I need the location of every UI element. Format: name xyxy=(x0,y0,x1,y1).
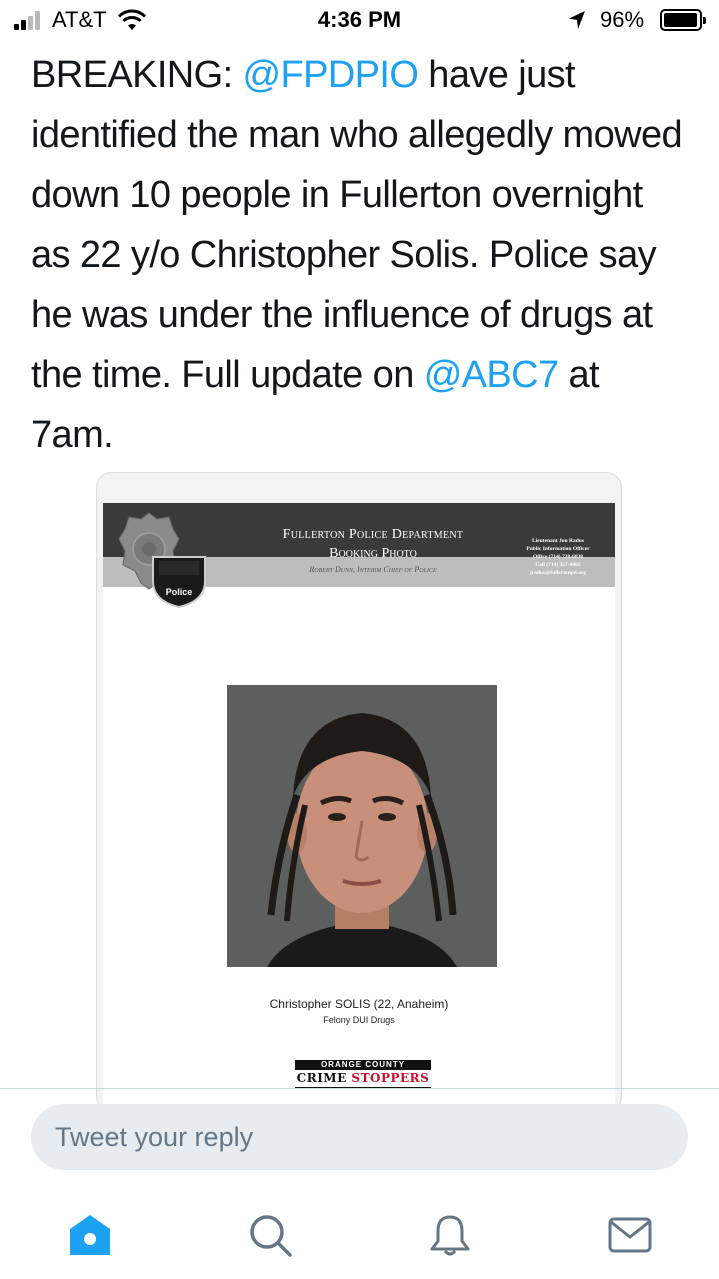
messages-icon xyxy=(608,1217,652,1253)
police-patch-icon: Police xyxy=(152,556,206,609)
tweet-text-segment: have just identified the man who alleged… xyxy=(31,54,683,396)
crime-stoppers-wordmark: CRIME STOPPERS xyxy=(296,1071,430,1085)
reply-input[interactable] xyxy=(55,1104,655,1170)
contact-line: jradus@fullertonpd.org xyxy=(529,570,587,576)
patch-text: Police xyxy=(166,587,193,597)
tab-messages[interactable] xyxy=(606,1211,654,1259)
status-bar: AT&T 4:36 PM 96% xyxy=(0,0,719,40)
home-icon xyxy=(70,1215,110,1255)
composer-divider xyxy=(0,1088,719,1089)
tab-bar xyxy=(0,1185,719,1279)
booking-document: Police Fullerton Police Department Booki… xyxy=(103,503,615,1111)
tab-search[interactable] xyxy=(246,1211,294,1259)
tweet-text-segment: BREAKING: xyxy=(31,54,243,96)
document-header: Police Fullerton Police Department Booki… xyxy=(103,503,615,609)
tweet-text: BREAKING: @FPDPIO have just identified t… xyxy=(31,45,691,465)
tab-home[interactable] xyxy=(66,1211,114,1259)
department-subtitle: Booking Photo xyxy=(329,546,417,561)
tweet-media-image[interactable]: Police Fullerton Police Department Booki… xyxy=(96,472,622,1112)
contact-line: Public Information Officer xyxy=(526,546,590,552)
mention-link[interactable]: @ABC7 xyxy=(424,354,559,396)
crime-stoppers-logo: ORANGE COUNTY CRIME STOPPERS xyxy=(293,1056,433,1096)
contact-line: Lieutenant Jon Radus xyxy=(532,538,584,544)
contact-line: Office (714) 738-6838 xyxy=(532,554,584,560)
caption-name: Christopher SOLIS (22, Anaheim) xyxy=(269,997,449,1011)
crime-stoppers-region: ORANGE COUNTY xyxy=(295,1060,431,1070)
department-title: Fullerton Police Department xyxy=(282,527,464,542)
battery-percent: 96% xyxy=(600,7,645,32)
mention-link[interactable]: @FPDPIO xyxy=(243,54,419,96)
booking-photo xyxy=(227,685,497,967)
tab-notifications[interactable] xyxy=(426,1211,474,1259)
notifications-icon xyxy=(430,1215,470,1256)
chief-line: Robert Dunn, Interim Chief of Police xyxy=(309,565,437,574)
search-icon xyxy=(250,1215,292,1257)
battery-icon xyxy=(660,9,706,31)
contact-line: Cell (714) 357-4405 xyxy=(535,562,581,568)
location-arrow-icon xyxy=(569,11,585,29)
contact-block: Lieutenant Jon Radus Public Information O… xyxy=(513,537,603,577)
caption-charge: Felony DUI Drugs xyxy=(323,1015,395,1025)
reply-composer[interactable] xyxy=(31,1104,688,1170)
